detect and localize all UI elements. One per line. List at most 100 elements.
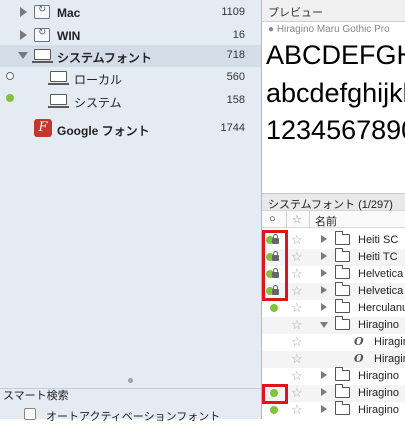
- font-row[interactable]: ☆ Hiragino: [262, 316, 405, 334]
- sidebar-item-mac[interactable]: Mac 1109: [0, 2, 261, 24]
- column-separator: [286, 211, 287, 227]
- font-name: Hiragino: [358, 370, 399, 382]
- active-status-icon: [6, 94, 14, 102]
- sidebar: Mac 1109 WIN 16 システムフォント 718 ローカル 560 シス…: [0, 0, 261, 423]
- folder-icon: [335, 299, 350, 313]
- font-name: Helvetica: [358, 285, 404, 297]
- active-status-icon: [270, 304, 278, 312]
- favorite-star-icon[interactable]: ☆: [291, 300, 303, 316]
- font-count: 1109: [221, 6, 245, 18]
- font-row[interactable]: ☆ Hiragino: [262, 367, 405, 385]
- sidebar-item-label: システムフォント: [57, 51, 152, 65]
- favorite-star-icon[interactable]: ☆: [291, 402, 303, 418]
- font-row[interactable]: ☆ O Hiragino: [262, 351, 405, 368]
- disclosure-triangle-icon[interactable]: [321, 388, 327, 396]
- sidebar-item-label: システム: [74, 96, 122, 110]
- font-count: 718: [226, 49, 245, 61]
- favorite-star-icon[interactable]: ☆: [291, 249, 303, 265]
- font-name: Heiti TC: [358, 251, 398, 263]
- disclosure-triangle-icon[interactable]: [18, 52, 28, 59]
- folder-icon: [335, 384, 350, 398]
- sidebar-item-label: Google フォント: [57, 124, 150, 138]
- active-status-icon: [270, 406, 278, 414]
- folder-icon: [335, 265, 350, 279]
- column-header-row: ○ ☆ 名前: [262, 211, 405, 228]
- favorite-star-icon[interactable]: ☆: [291, 283, 303, 299]
- google-fonts-icon: F: [34, 119, 52, 137]
- sidebar-item-label: Mac: [57, 6, 81, 20]
- preview-font-name: ● Hiragino Maru Gothic Pro: [268, 24, 390, 35]
- disclosure-triangle-icon[interactable]: [320, 322, 328, 328]
- sidebar-item-win[interactable]: WIN 16: [0, 25, 261, 47]
- column-active[interactable]: ○: [269, 213, 276, 225]
- sync-folder-icon: [34, 27, 50, 42]
- disclosure-triangle-icon[interactable]: [321, 252, 327, 260]
- favorite-star-icon[interactable]: ☆: [291, 266, 303, 282]
- font-row[interactable]: ☆ O Hiragino: [262, 334, 405, 351]
- disclosure-triangle-icon[interactable]: [321, 405, 327, 413]
- disclosure-triangle-icon[interactable]: [321, 303, 327, 311]
- sidebar-item-system-fonts[interactable]: システムフォント 718: [0, 45, 261, 67]
- disclosure-triangle-icon[interactable]: [321, 286, 327, 294]
- sync-folder-icon: [34, 4, 50, 19]
- smart-search-section: スマート検索 オートアクティベーションフォント: [0, 388, 261, 423]
- smart-search-icon: [24, 408, 36, 420]
- font-count: 158: [226, 94, 245, 106]
- disclosure-triangle-icon[interactable]: [321, 269, 327, 277]
- sidebar-item-system[interactable]: システム 158: [0, 90, 261, 112]
- preview-uppercase: ABCDEFGHIJ: [266, 40, 405, 70]
- sidebar-item-label: ローカル: [74, 73, 123, 87]
- sidebar-item-google-fonts[interactable]: F Google フォント 1744: [0, 118, 261, 140]
- font-name: Hiragino: [358, 387, 399, 399]
- font-count: 16: [232, 29, 245, 41]
- disclosure-triangle-icon[interactable]: [20, 7, 27, 17]
- highlight-box-locked-fonts: [262, 230, 288, 301]
- disclosure-triangle-icon[interactable]: [20, 30, 27, 40]
- favorite-star-icon[interactable]: ☆: [291, 317, 303, 333]
- favorite-star-icon[interactable]: ☆: [291, 385, 303, 401]
- folder-icon: [335, 316, 350, 330]
- column-separator: [309, 211, 310, 227]
- font-list-header: システムフォント (1/297): [262, 193, 405, 211]
- monitor-icon: [32, 49, 53, 63]
- preview-header: プレビュー: [262, 0, 405, 22]
- sidebar-item-label: WIN: [57, 29, 81, 43]
- disclosure-triangle-icon[interactable]: [321, 235, 327, 243]
- folder-icon: [335, 282, 350, 296]
- smart-search-item[interactable]: オートアクティベーションフォント: [46, 408, 220, 424]
- favorite-star-icon[interactable]: ☆: [291, 232, 303, 248]
- favorite-star-icon[interactable]: ☆: [291, 334, 303, 350]
- smart-search-header: スマート検索: [0, 388, 261, 404]
- inactive-status-icon: [6, 72, 14, 80]
- monitor-icon: [48, 94, 69, 108]
- font-count: 560: [226, 71, 245, 83]
- split-resize-handle[interactable]: [128, 378, 133, 383]
- folder-icon: [335, 401, 350, 415]
- font-name: Heiti SC: [358, 234, 399, 246]
- favorite-star-icon[interactable]: ☆: [291, 368, 303, 384]
- monitor-icon: [48, 71, 69, 85]
- folder-icon: [335, 231, 350, 245]
- favorite-star-icon[interactable]: ☆: [291, 351, 303, 367]
- font-count: 1744: [220, 122, 245, 134]
- right-pane: プレビュー ● Hiragino Maru Gothic Pro ABCDEFG…: [262, 0, 405, 419]
- font-name: Hiragino: [358, 404, 399, 416]
- disclosure-triangle-icon[interactable]: [321, 371, 327, 379]
- font-name: Hiragino: [374, 353, 405, 365]
- folder-icon: [335, 248, 350, 262]
- column-favorite[interactable]: ☆: [292, 213, 302, 226]
- opentype-icon: O: [354, 335, 364, 348]
- column-name[interactable]: 名前: [315, 213, 337, 229]
- opentype-icon: O: [354, 352, 364, 365]
- font-name: Helvetica: [358, 268, 404, 280]
- font-name: Hiragino: [358, 319, 399, 331]
- sidebar-item-local[interactable]: ローカル 560: [0, 67, 261, 89]
- folder-icon: [335, 367, 350, 381]
- font-row[interactable]: ☆ Herculanum: [262, 299, 405, 317]
- preview-lowercase: abcdefghijklm: [266, 78, 405, 108]
- preview-digits: 1234567890: [266, 115, 405, 145]
- font-row[interactable]: ☆ Hiragino: [262, 401, 405, 419]
- font-name: Herculanum: [358, 302, 405, 314]
- highlight-box-active-font: [262, 384, 288, 404]
- font-name: Hiragino: [374, 336, 405, 348]
